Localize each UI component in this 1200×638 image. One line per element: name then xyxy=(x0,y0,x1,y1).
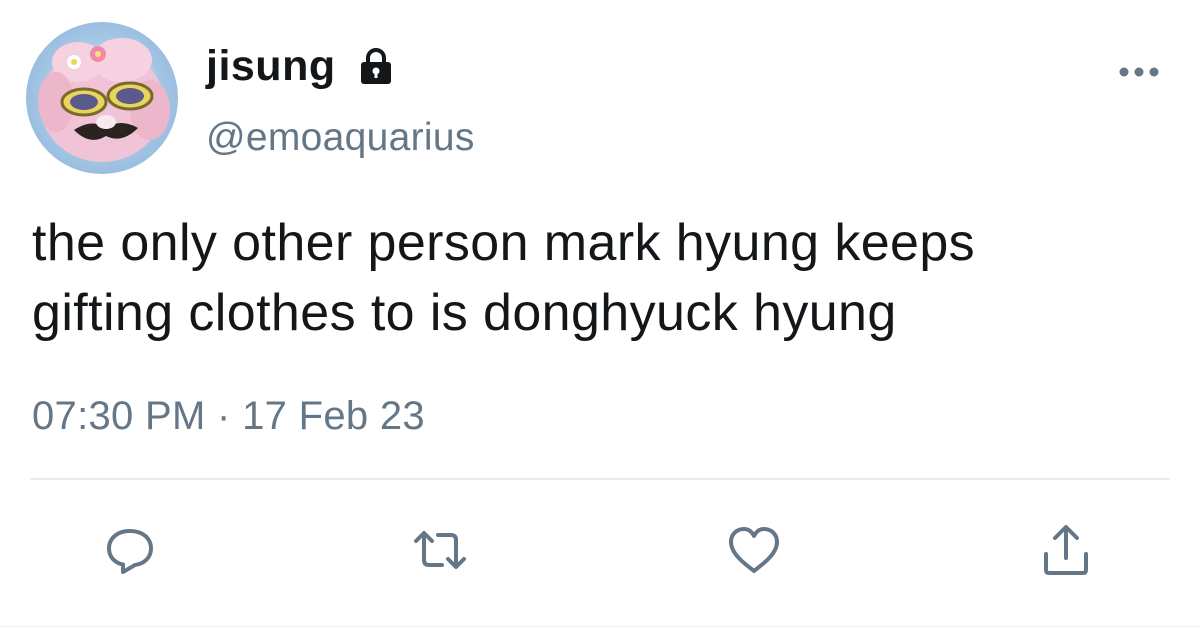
lock-icon xyxy=(356,46,396,86)
tweet-time: 07:30 PM xyxy=(32,394,206,438)
share-button[interactable] xyxy=(1036,520,1096,580)
bottom-divider xyxy=(0,626,1200,627)
meta-separator: · xyxy=(217,394,231,438)
author-row: jisung xyxy=(206,40,396,92)
share-icon xyxy=(1044,525,1088,575)
reply-icon xyxy=(107,529,153,574)
divider xyxy=(30,478,1170,480)
retweet-icon xyxy=(414,531,466,569)
tweet-date: 17 Feb 23 xyxy=(242,394,425,438)
heart-icon xyxy=(729,527,779,573)
avatar[interactable] xyxy=(26,22,178,174)
tweet-timestamp[interactable]: 07:30 PM · 17 Feb 23 xyxy=(32,394,425,439)
display-name[interactable]: jisung xyxy=(206,42,336,91)
tweet-text: the only other person mark hyung keeps g… xyxy=(32,208,1192,348)
retweet-button[interactable] xyxy=(410,520,470,580)
avatar-image xyxy=(26,22,178,174)
more-icon[interactable] xyxy=(1116,62,1162,82)
tweet-text-line: the only other person mark hyung keeps xyxy=(32,214,976,272)
reply-button[interactable] xyxy=(100,520,160,580)
user-handle[interactable]: @emoaquarius xyxy=(206,116,475,160)
tweet-text-line: gifting clothes to is donghyuck hyung xyxy=(32,284,897,342)
like-button[interactable] xyxy=(724,520,784,580)
